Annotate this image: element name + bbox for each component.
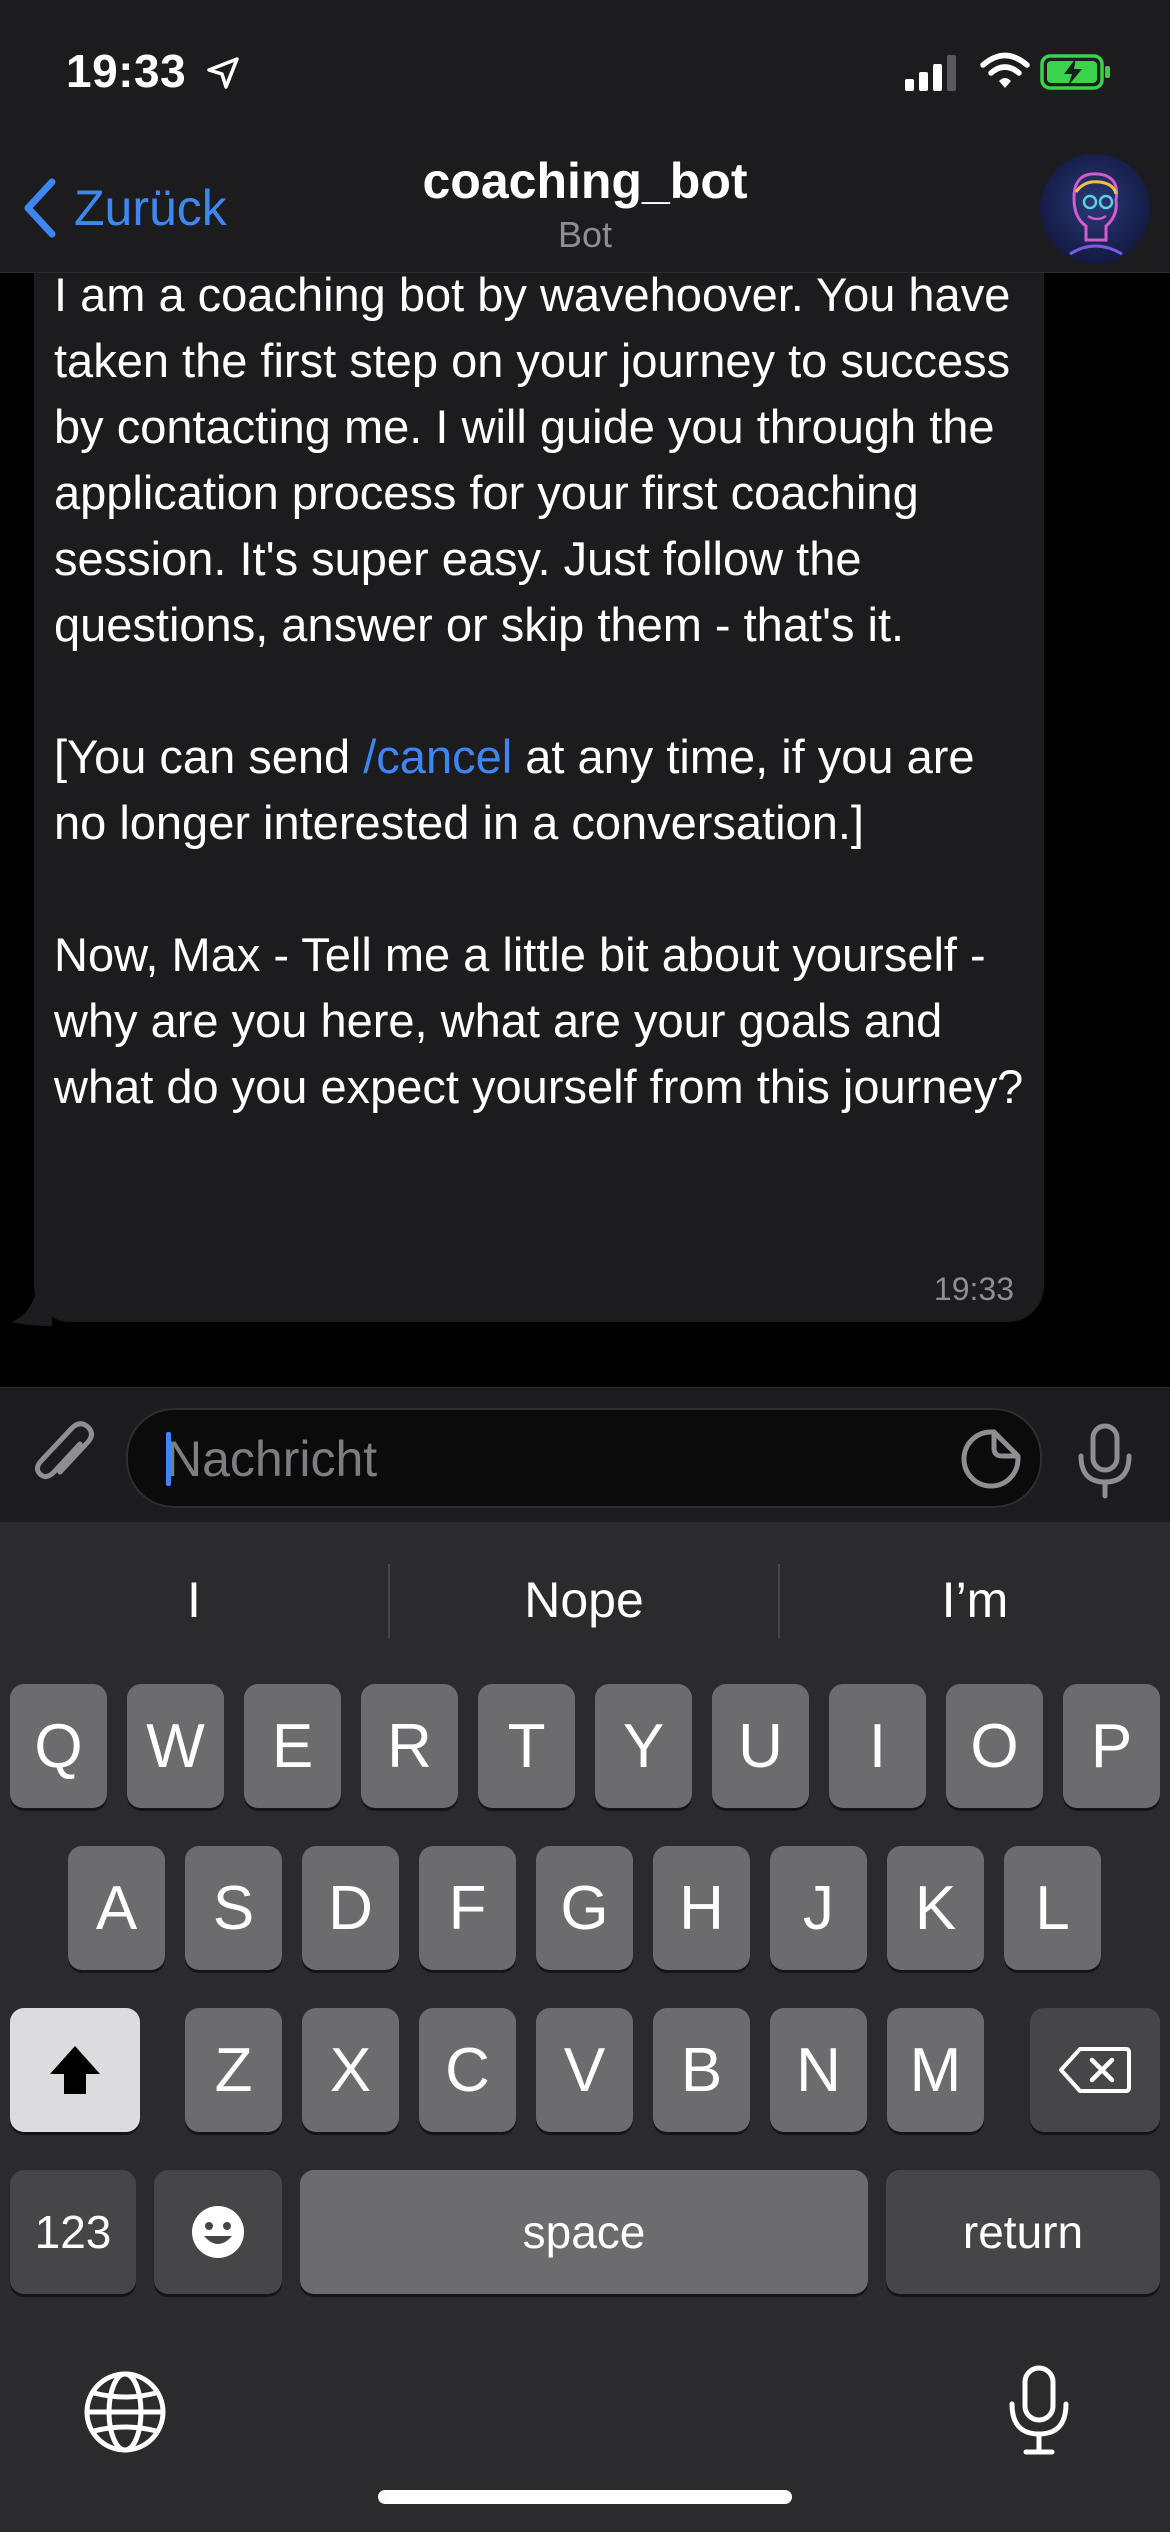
key-a[interactable]: A	[68, 1846, 165, 1970]
key-w[interactable]: W	[127, 1684, 224, 1808]
message-paragraph: Now, Max - Tell me a little bit about yo…	[54, 928, 1024, 1113]
key-i[interactable]: I	[829, 1684, 926, 1808]
emoji-face-icon	[192, 2206, 244, 2258]
key-j[interactable]: J	[770, 1846, 867, 1970]
dictation-microphone-icon[interactable]	[1006, 2364, 1072, 2458]
navigation-header: 19:33 Zurück coaching_bot Bot	[0, 0, 1170, 273]
status-time: 19:33	[66, 45, 187, 97]
message-text: I am a coaching bot by wavehoover. You h…	[54, 272, 1034, 1120]
key-s[interactable]: S	[185, 1846, 282, 1970]
suggestion-1[interactable]: I	[0, 1522, 388, 1678]
numbers-key[interactable]: 123	[10, 2170, 136, 2294]
space-key[interactable]: space	[300, 2170, 868, 2294]
bot-avatar[interactable]	[1040, 154, 1150, 264]
key-l[interactable]: L	[1004, 1846, 1101, 1970]
key-t[interactable]: T	[478, 1684, 575, 1808]
globe-icon[interactable]	[82, 2369, 168, 2455]
key-f[interactable]: F	[419, 1846, 516, 1970]
key-r[interactable]: R	[361, 1684, 458, 1808]
key-c[interactable]: C	[419, 2008, 516, 2132]
message-input[interactable]	[164, 1410, 928, 1508]
message-bubble[interactable]: I am a coaching bot by wavehoover. You h…	[34, 272, 1044, 1322]
chat-subtitle: Bot	[557, 214, 613, 255]
backspace-icon	[1059, 2047, 1131, 2093]
key-e[interactable]: E	[244, 1684, 341, 1808]
text-cursor	[166, 1432, 171, 1486]
delete-key[interactable]	[1030, 2008, 1160, 2132]
key-q[interactable]: Q	[10, 1684, 107, 1808]
return-key[interactable]: return	[886, 2170, 1160, 2294]
suggestion-3[interactable]: I’m	[780, 1522, 1170, 1678]
paperclip-icon[interactable]	[28, 1414, 100, 1494]
cancel-text-before: [You can send	[54, 730, 364, 783]
cancel-command-link[interactable]: /cancel	[363, 730, 512, 783]
sticker-icon[interactable]	[958, 1426, 1024, 1492]
message-composer	[0, 1387, 1170, 1523]
key-o[interactable]: O	[946, 1684, 1043, 1808]
message-input-container[interactable]	[126, 1408, 1042, 1508]
key-u[interactable]: U	[712, 1684, 809, 1808]
key-x[interactable]: X	[302, 2008, 399, 2132]
shift-key[interactable]	[10, 2008, 140, 2132]
bubble-tail	[12, 1282, 52, 1326]
suggestion-2[interactable]: Nope	[390, 1522, 778, 1678]
microphone-icon[interactable]	[1075, 1422, 1135, 1502]
message-timestamp: 19:33	[933, 1271, 1014, 1307]
key-k[interactable]: K	[887, 1846, 984, 1970]
shift-arrow-icon	[50, 2046, 100, 2094]
avatar-illustration-icon	[1069, 172, 1123, 256]
cellular-signal-icon	[905, 55, 956, 91]
key-y[interactable]: Y	[595, 1684, 692, 1808]
key-h[interactable]: H	[653, 1846, 750, 1970]
key-d[interactable]: D	[302, 1846, 399, 1970]
key-z[interactable]: Z	[185, 2008, 282, 2132]
key-g[interactable]: G	[536, 1846, 633, 1970]
key-n[interactable]: N	[770, 2008, 867, 2132]
message-paragraph-cancel: [You can send /cancel at any time, if yo…	[54, 724, 1034, 856]
location-arrow-icon	[207, 57, 239, 89]
key-b[interactable]: B	[653, 2008, 750, 2132]
wifi-icon	[980, 52, 1030, 88]
chat-title[interactable]: coaching_bot	[0, 152, 1170, 210]
key-p[interactable]: P	[1063, 1684, 1160, 1808]
key-v[interactable]: V	[536, 2008, 633, 2132]
on-screen-keyboard: I Nope I’m Q W E R T Y U I O P A S D F G…	[0, 1522, 1170, 2532]
chat-history[interactable]: I am a coaching bot by wavehoover. You h…	[0, 272, 1170, 1387]
home-indicator[interactable]	[378, 2490, 792, 2504]
emoji-key[interactable]	[154, 2170, 282, 2294]
battery-charging-icon	[1040, 54, 1110, 90]
key-m[interactable]: M	[887, 2008, 984, 2132]
message-paragraph: I am a coaching bot by wavehoover. You h…	[54, 272, 1011, 651]
